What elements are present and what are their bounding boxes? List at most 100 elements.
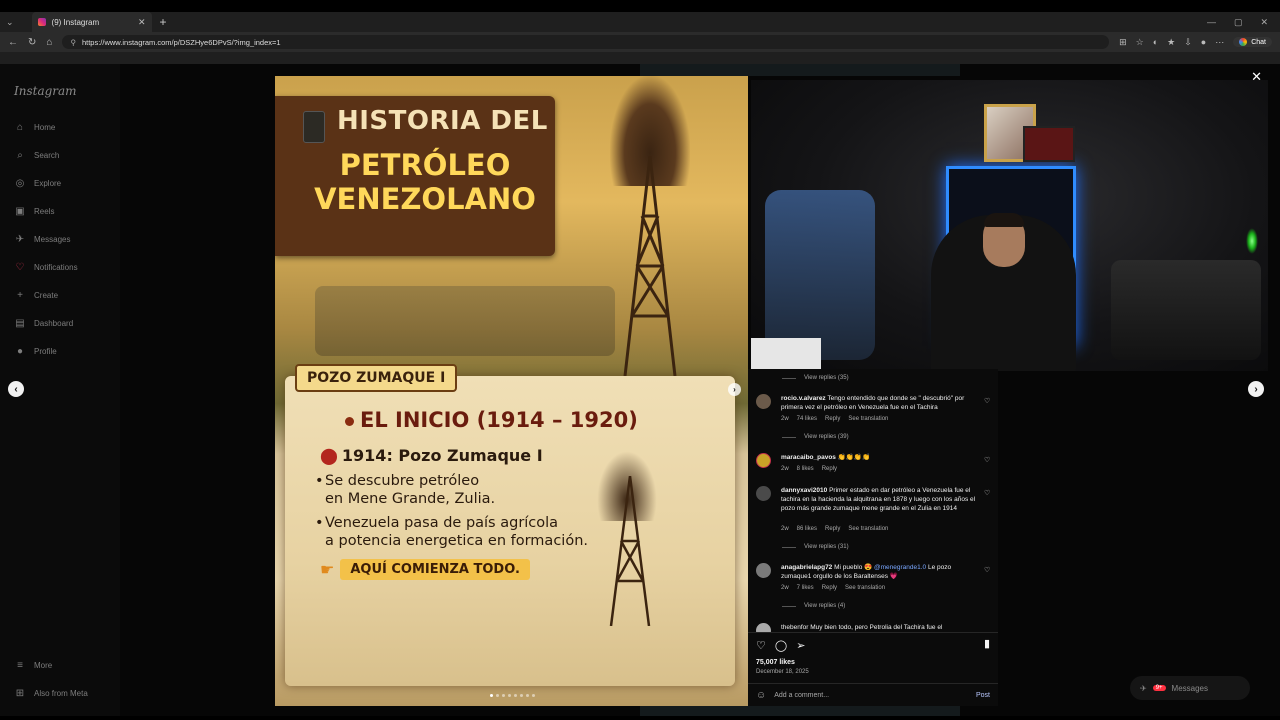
post-comment-button[interactable]: Post	[976, 692, 990, 699]
comment-likes[interactable]: 74 likes	[797, 416, 817, 422]
minimize-icon[interactable]: —	[1207, 17, 1216, 28]
pozo-tag: POZO ZUMAQUE I	[295, 364, 458, 392]
messages-button[interactable]: ✈ 9+ Messages	[1130, 676, 1250, 700]
like-icon[interactable]: ♡	[756, 639, 766, 652]
post-image: HISTORIA DEL PETRÓLEO VENEZOLANO POZO ZU…	[275, 76, 748, 706]
view-replies-button[interactable]: View replies (4)	[782, 603, 845, 609]
bullet-1-line-b: en Mene Grande, Zulia.	[325, 491, 496, 507]
comment-like-icon[interactable]: ♡	[984, 489, 990, 497]
apps-icon[interactable]: ⊞	[1119, 37, 1127, 48]
add-comment-row: ☺ Add a comment... Post	[748, 683, 998, 707]
avatar[interactable]	[756, 623, 771, 632]
carousel-dot	[532, 694, 535, 697]
bookmark-star-icon[interactable]: ☆	[1136, 37, 1144, 48]
sidebar-item-reels[interactable]: ▣ Reels	[14, 206, 54, 217]
reply-button[interactable]: Reply	[825, 416, 840, 422]
messenger-icon: ✈	[1140, 683, 1147, 693]
reply-button[interactable]: Reply	[822, 466, 837, 472]
site-info-icon[interactable]: ⚲	[70, 38, 76, 47]
maximize-icon[interactable]: ▢	[1234, 17, 1243, 28]
favorites-icon[interactable]: ★	[1167, 37, 1175, 48]
new-tab-icon[interactable]: +	[160, 15, 167, 29]
sidebar-item-meta[interactable]: ⊞ Also from Meta	[14, 688, 88, 699]
comment-likes[interactable]: 7 likes	[797, 585, 814, 591]
comment-like-icon[interactable]: ♡	[984, 456, 990, 464]
comment-like-icon[interactable]: ♡	[984, 566, 990, 574]
chat-button[interactable]: Chat	[1233, 37, 1272, 47]
sidebar-item-create[interactable]: + Create	[14, 290, 58, 301]
view-replies-button[interactable]: View replies (39)	[782, 434, 849, 440]
avatar[interactable]	[756, 486, 771, 501]
comment-age: 2w	[781, 416, 789, 422]
tab-close-icon[interactable]: ✕	[138, 17, 146, 28]
tab-instagram[interactable]: (9) Instagram ✕	[31, 12, 152, 32]
window-close-icon[interactable]: ✕	[1260, 17, 1268, 28]
comment-username[interactable]: rocio.v.alvarez	[781, 395, 826, 402]
mention-link[interactable]: @menegrande1.0	[874, 564, 926, 571]
comment-username[interactable]: maracaibo_pavos	[781, 454, 836, 461]
view-replies-button[interactable]: View replies (35)	[782, 375, 849, 381]
see-translation-button[interactable]: See translation	[848, 416, 888, 422]
home-icon[interactable]: ⌂	[46, 37, 52, 48]
sidebar-item-label: Explore	[34, 179, 62, 188]
divider	[782, 436, 796, 438]
comment-likes[interactable]: 86 likes	[797, 526, 817, 532]
sidebar-item-profile[interactable]: ● Profile	[14, 346, 57, 357]
sidebar-item-label: Search	[34, 151, 60, 160]
comment-username[interactable]: anagabrielapg72	[781, 564, 832, 571]
next-post-icon[interactable]: ›	[1248, 381, 1264, 397]
likes-count[interactable]: 75,007 likes	[756, 659, 795, 666]
comment-like-icon[interactable]: ♡	[984, 397, 990, 405]
heading-text: EL INICIO (1914 – 1920)	[360, 408, 638, 432]
reply-button[interactable]: Reply	[822, 585, 837, 591]
pointing-hand-icon: ☛	[320, 561, 335, 579]
menu-icon[interactable]: ⋯	[1215, 37, 1224, 48]
divider	[782, 605, 796, 607]
sidebar-item-more[interactable]: ≡ More	[14, 660, 52, 671]
emoji-icon[interactable]: ☺	[756, 690, 766, 701]
avatar[interactable]	[756, 453, 771, 468]
comment-input[interactable]: Add a comment...	[774, 692, 829, 699]
comment-likes[interactable]: 8 likes	[797, 466, 814, 472]
avatar[interactable]	[756, 563, 771, 578]
view-replies-button[interactable]: View replies (31)	[782, 544, 849, 550]
prev-post-icon[interactable]: ‹	[8, 381, 24, 397]
background-feed	[640, 64, 960, 76]
avatar-icon: ●	[16, 346, 24, 357]
reload-icon[interactable]: ↻	[28, 37, 36, 48]
instagram-logo[interactable]: Instagram	[14, 84, 77, 98]
see-translation-button[interactable]: See translation	[845, 585, 885, 591]
comment-username[interactable]: dannyxavi2010	[781, 487, 827, 494]
see-translation-button[interactable]: See translation	[848, 526, 888, 532]
home-nav-icon: ⌂	[16, 122, 24, 133]
avatar[interactable]	[756, 394, 771, 409]
messenger-icon: ✈	[15, 234, 25, 245]
sidebar-item-search[interactable]: ⌕ Search	[14, 150, 59, 161]
sidebar-item-dashboard[interactable]: ▤ Dashboard	[14, 318, 73, 329]
save-bookmark-icon[interactable]: ▮	[984, 637, 990, 650]
carousel-dot	[490, 694, 493, 697]
bullet-1-line-a: Se descubre petróleo	[325, 473, 480, 489]
back-icon[interactable]: ←	[8, 37, 18, 48]
reply-button[interactable]: Reply	[825, 526, 840, 532]
sidebar-item-home[interactable]: ⌂ Home	[14, 122, 55, 133]
sidebar-item-label: Home	[34, 123, 56, 132]
comment-icon[interactable]: ◯	[775, 639, 787, 652]
tab-list-icon[interactable]: ⌄	[6, 17, 14, 28]
sidebar-item-messages[interactable]: ✈ Messages	[14, 234, 71, 245]
sidebar-item-explore[interactable]: ◎ Explore	[14, 178, 62, 189]
carousel-next-icon[interactable]: ›	[728, 383, 741, 396]
carousel-dot	[508, 694, 511, 697]
profile-icon[interactable]: ●	[1201, 37, 1206, 47]
share-icon[interactable]: ➢	[796, 639, 805, 652]
carousel-dot	[520, 694, 523, 697]
sidebar-item-label: Create	[34, 291, 59, 300]
comment-age: 2w	[781, 526, 789, 532]
url-field[interactable]: ⚲ https://www.instagram.com/p/DSZHye6DPv…	[62, 35, 1110, 49]
comment-meta: 2w 8 likes Reply	[781, 466, 837, 472]
comment-body: thebenfor Muy bien todo, pero Petrolia d…	[781, 624, 943, 631]
sidebar-item-notifications[interactable]: ♡ Notifications	[14, 262, 78, 273]
cta-text: AQUÍ COMIENZA TODO.	[340, 559, 530, 580]
extension-icon[interactable]: ◐	[1153, 37, 1158, 47]
downloads-icon[interactable]: ⇩	[1184, 37, 1192, 48]
